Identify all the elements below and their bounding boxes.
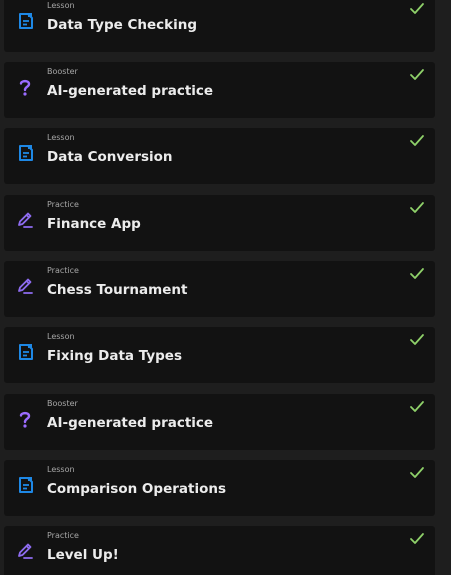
check-icon bbox=[409, 466, 425, 480]
check-icon bbox=[409, 267, 425, 281]
check-icon bbox=[409, 333, 425, 347]
question-mark-icon bbox=[16, 77, 34, 97]
check-icon bbox=[409, 201, 425, 215]
item-title: Data Type Checking bbox=[47, 17, 198, 33]
list-item[interactable]: Practice Level Up! bbox=[4, 526, 435, 575]
lesson-document-icon bbox=[16, 342, 34, 362]
item-type-label: Booster bbox=[47, 399, 78, 408]
item-title: AI-generated practice bbox=[47, 415, 214, 431]
lesson-document-icon bbox=[16, 11, 34, 31]
check-icon bbox=[409, 2, 425, 16]
lesson-document-icon bbox=[16, 475, 34, 495]
list-item[interactable]: Lesson Data Conversion bbox=[4, 128, 435, 184]
question-mark-icon bbox=[16, 409, 34, 429]
list-item[interactable]: Lesson Comparison Operations bbox=[4, 460, 435, 516]
item-title: Comparison Operations bbox=[47, 481, 226, 497]
item-title: Chess Tournament bbox=[47, 282, 188, 298]
course-item-list: Lesson Data Type Checking Booster AI-gen… bbox=[0, 0, 451, 575]
item-type-label: Practice bbox=[47, 266, 79, 275]
check-icon bbox=[409, 400, 425, 414]
item-title: AI-generated practice bbox=[47, 83, 214, 99]
item-type-label: Lesson bbox=[47, 133, 75, 142]
pencil-icon bbox=[16, 541, 34, 561]
list-item[interactable]: Lesson Data Type Checking bbox=[4, 0, 435, 52]
check-icon bbox=[409, 134, 425, 148]
item-title: Level Up! bbox=[47, 547, 119, 563]
check-icon bbox=[409, 68, 425, 82]
item-title: Finance App bbox=[47, 216, 141, 232]
item-type-label: Lesson bbox=[47, 465, 75, 474]
list-item[interactable]: Booster AI-generated practice bbox=[4, 394, 435, 450]
pencil-icon bbox=[16, 276, 34, 296]
item-type-label: Practice bbox=[47, 531, 79, 540]
item-type-label: Practice bbox=[47, 200, 79, 209]
item-title: Data Conversion bbox=[47, 149, 173, 165]
list-item[interactable]: Practice Chess Tournament bbox=[4, 261, 435, 317]
check-icon bbox=[409, 532, 425, 546]
list-item[interactable]: Practice Finance App bbox=[4, 195, 435, 251]
lesson-document-icon bbox=[16, 143, 34, 163]
item-type-label: Lesson bbox=[47, 1, 75, 10]
list-item[interactable]: Booster AI-generated practice bbox=[4, 62, 435, 118]
list-item[interactable]: Lesson Fixing Data Types bbox=[4, 327, 435, 383]
item-type-label: Booster bbox=[47, 67, 78, 76]
pencil-icon bbox=[16, 210, 34, 230]
item-type-label: Lesson bbox=[47, 332, 75, 341]
item-title: Fixing Data Types bbox=[47, 348, 182, 364]
